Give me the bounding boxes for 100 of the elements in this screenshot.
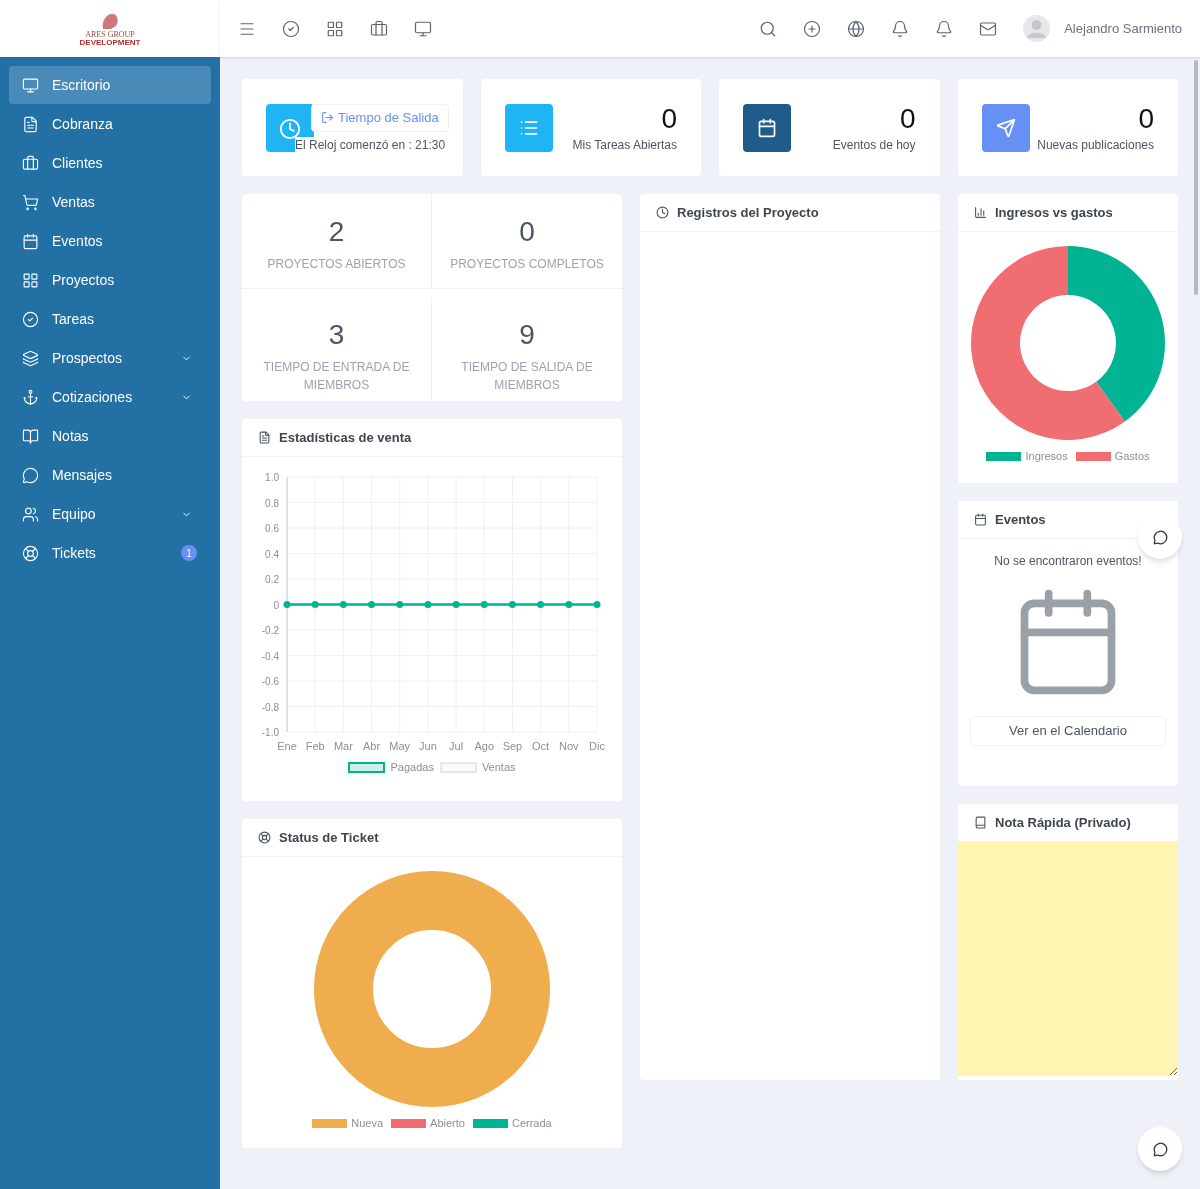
x-tick-label: Jun	[419, 740, 437, 752]
plus-circle-icon[interactable]	[803, 19, 822, 38]
data-point	[452, 601, 460, 608]
project-stat-label: PROYECTOS ABIERTOS	[266, 256, 407, 273]
x-tick-label: Mar	[333, 740, 353, 752]
send-icon	[995, 117, 1016, 138]
calendar-icon	[22, 232, 39, 250]
cart-icon	[22, 193, 39, 211]
briefcase-icon	[22, 154, 39, 172]
sidebar-label: Mensajes	[52, 465, 113, 485]
book-icon	[22, 427, 39, 445]
data-point	[283, 601, 291, 608]
sidebar-item[interactable]: Ventas	[9, 183, 211, 221]
sidebar-item[interactable]: Eventos	[9, 222, 211, 260]
data-point	[339, 601, 347, 608]
bell-icon[interactable]	[935, 19, 954, 38]
sidebar-item[interactable]: Equipo	[9, 495, 211, 533]
y-tick-label: 0.6	[265, 523, 279, 534]
mail-icon[interactable]	[979, 19, 998, 38]
stat-label: Nuevas publicaciones	[1037, 136, 1154, 154]
sidebar-item[interactable]: Tareas	[9, 300, 211, 338]
sidebar-label: Cobranza	[52, 114, 114, 134]
data-point	[311, 601, 319, 608]
project-stat-value: 2	[328, 215, 345, 249]
project-stat-value: 9	[519, 317, 535, 352]
monitor-icon[interactable]	[414, 19, 432, 38]
sidebar-label: Eventos	[52, 231, 104, 251]
legend-label: Cerrada	[511, 1116, 552, 1131]
sidebar-label: Notas	[52, 426, 90, 446]
anchor-icon	[22, 388, 39, 406]
sidebar-item[interactable]: Clientes	[9, 144, 211, 182]
x-tick-label: Sep	[502, 740, 523, 752]
x-tick-label: Jul	[449, 740, 464, 752]
sidebar-item[interactable]: Cobranza	[9, 105, 211, 143]
data-point	[480, 601, 488, 608]
clock-text: El Reloj comenzó en : 21:30	[295, 136, 446, 153]
legend-label: Ventas	[481, 760, 516, 775]
data-point	[424, 601, 432, 608]
x-tick-label: Abr	[363, 740, 381, 752]
x-tick-label: Feb	[305, 740, 325, 752]
y-tick-label: -0.4	[261, 650, 279, 662]
sidebar-item[interactable]: Mensajes	[9, 456, 211, 494]
sidebar-item[interactable]: Escritorio	[9, 66, 211, 104]
clock-icon	[279, 117, 301, 140]
x-tick-label: Dic	[589, 740, 605, 752]
stat-value: 0	[899, 101, 916, 136]
legend-label: Pagadas	[390, 760, 434, 775]
stat-label: Eventos de hoy	[832, 136, 916, 154]
stat-value: 0	[661, 101, 677, 136]
legend-label: Gastos	[1114, 449, 1150, 464]
user-name[interactable]: Alejandro Sarmiento	[1064, 18, 1182, 39]
sidebar-label: Tickets	[52, 543, 97, 563]
sidebar-item[interactable]: Proyectos	[9, 261, 211, 299]
sidebar-item[interactable]: Cotizaciones	[9, 378, 211, 416]
logo-text: ARES GROUP	[85, 30, 135, 39]
scrollbar-thumb[interactable]	[1194, 60, 1198, 295]
project-stat-value: 0	[519, 215, 535, 249]
note-field[interactable]	[958, 842, 1178, 1076]
users-icon	[22, 505, 39, 523]
sidebar-item[interactable]: Notas	[9, 417, 211, 455]
clock-out-button[interactable]: Tiempo de Salida	[311, 103, 449, 132]
chat-icon	[1152, 529, 1168, 545]
data-point	[368, 601, 376, 608]
globe-icon[interactable]	[847, 19, 866, 38]
check-circle-icon	[22, 310, 39, 328]
sidebar-label: Cotizaciones	[52, 387, 134, 407]
x-tick-label: Ene	[277, 740, 297, 752]
sidebar-label: Ventas	[52, 192, 96, 212]
data-point	[593, 601, 601, 608]
card-title: Eventos	[995, 510, 1046, 529]
legend-label: Abierto	[430, 1116, 465, 1131]
clock-icon	[656, 206, 669, 219]
search-icon[interactable]	[759, 19, 778, 38]
chat-button[interactable]	[1138, 1127, 1182, 1171]
book-icon	[974, 816, 987, 829]
project-stat-label: TIEMPO DE SALIDA DE MIEMBROS	[460, 358, 594, 394]
project-stat-label: TIEMPO DE ENTRADA DE MIEMBROS	[262, 358, 411, 394]
logo-tagline: DEVELOPMENT	[79, 38, 141, 47]
project-stat-label: PROYECTOS COMPLETOS	[449, 256, 605, 273]
logout-icon	[321, 111, 334, 124]
sidebar-label: Prospectos	[52, 348, 124, 368]
calendar-button[interactable]: Ver en el Calendario	[970, 716, 1166, 746]
sidebar-item[interactable]: Tickets 1	[9, 534, 211, 572]
grid-icon	[22, 271, 39, 289]
grid-icon[interactable]	[326, 19, 344, 38]
check-circle-icon[interactable]	[282, 19, 300, 38]
sidebar-item[interactable]: Prospectos	[9, 339, 211, 377]
stat-label: Mis Tareas Abiertas	[572, 136, 677, 154]
legend-label: Ingresos	[1025, 449, 1068, 464]
document-icon	[22, 115, 39, 133]
lifebuoy-icon	[258, 831, 271, 844]
y-tick-label: 0.8	[265, 497, 279, 509]
y-tick-label: 0.4	[265, 548, 279, 560]
card-title: Status de Ticket	[279, 828, 379, 847]
calendar-icon	[974, 513, 987, 526]
count-badge: 1	[181, 545, 197, 561]
y-tick-label: -0.2	[261, 625, 279, 636]
card-title: Ingresos vs gastos	[995, 203, 1113, 222]
briefcase-icon[interactable]	[370, 19, 388, 38]
bell-icon[interactable]	[891, 19, 910, 38]
